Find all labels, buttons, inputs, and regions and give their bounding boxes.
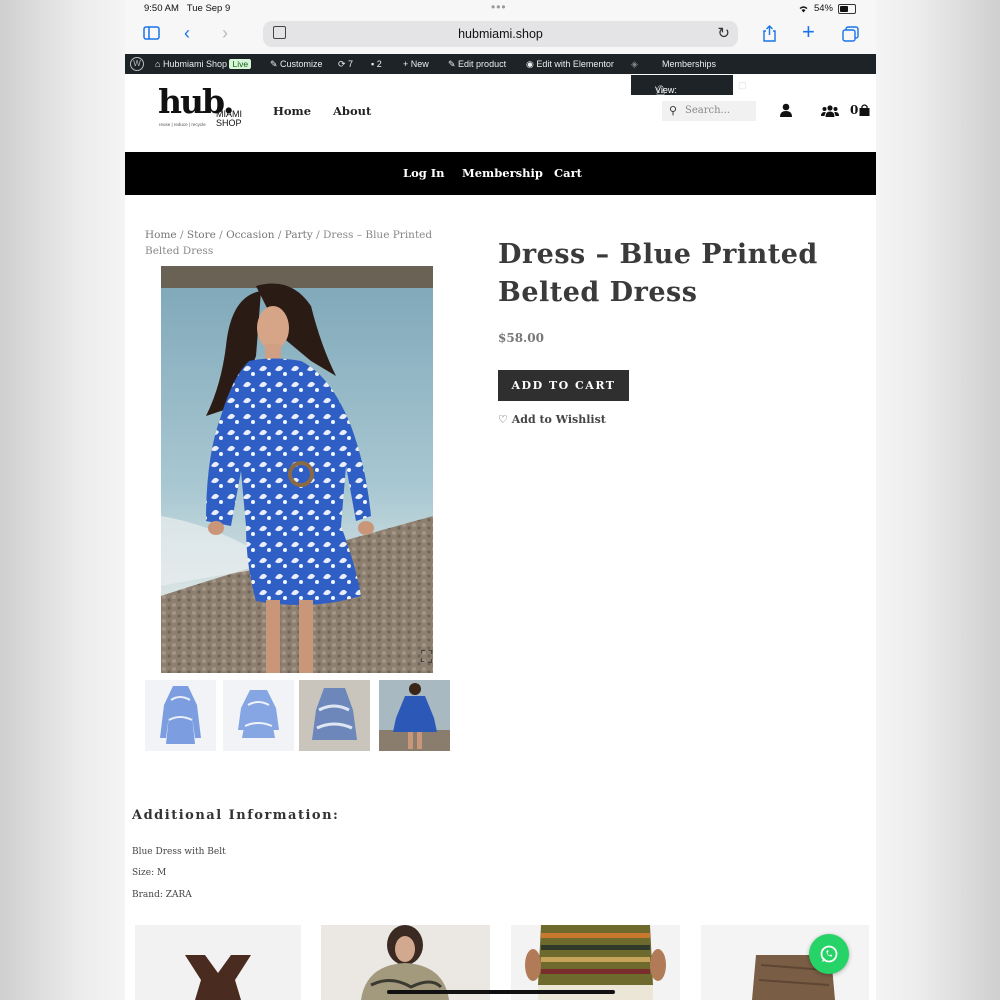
wifi-icon — [799, 6, 808, 13]
breadcrumb-store[interactable]: Store — [187, 229, 216, 241]
new-tab-icon[interactable]: + — [802, 21, 815, 43]
product-thumbnail-4[interactable] — [379, 680, 450, 751]
breadcrumb: Home / Store / Occasion / Party / Dress … — [145, 229, 433, 257]
additional-info-heading: Additional Information: — [132, 808, 340, 823]
status-time: 9:50 AM Tue Sep 9 — [144, 3, 231, 14]
nav-home[interactable]: Home — [273, 104, 311, 118]
product-thumbnail-3[interactable] — [299, 680, 370, 751]
reload-icon[interactable]: ↻ — [717, 24, 730, 42]
logo-subtitle: MIAMI SHOP — [216, 109, 242, 128]
nav-cart[interactable]: Cart — [554, 166, 582, 180]
add-to-wishlist-link[interactable]: ♡ Add to Wishlist — [498, 413, 606, 426]
live-badge: Live — [229, 59, 252, 69]
admin-new[interactable]: + New — [403, 59, 429, 69]
tabs-icon[interactable] — [842, 26, 859, 42]
faded-admin-text: ▢ — [738, 80, 747, 90]
url-text: hubmiami.shop — [458, 27, 543, 41]
related-product-2[interactable] — [321, 925, 490, 1000]
info-line-description: Blue Dress with Belt — [132, 847, 226, 857]
back-icon[interactable]: ‹ — [184, 24, 190, 42]
admin-site-link[interactable]: ⌂ Hubmiami Shop Live — [155, 59, 252, 69]
heart-icon: ♡ — [498, 413, 508, 426]
wordpress-icon[interactable]: W — [130, 57, 144, 71]
info-line-size: Size: M — [132, 868, 167, 878]
whatsapp-icon — [820, 945, 838, 963]
cart-count[interactable]: 0 — [850, 103, 858, 117]
logo-tagline: reuse | reduce | recycle — [159, 122, 206, 127]
shopping-bag-icon[interactable] — [859, 104, 870, 116]
info-line-brand: Brand: ZARA — [132, 890, 192, 900]
nav-login[interactable]: Log In — [403, 166, 445, 180]
browser-toolbar: ‹ › hubmiami.shop ↻ + — [125, 17, 876, 54]
product-title: Dress – Blue Printed Belted Dress — [498, 239, 818, 308]
status-right: 54% — [798, 3, 856, 14]
admin-memberships[interactable]: Memberships — [662, 59, 716, 69]
breadcrumb-home[interactable]: Home — [145, 229, 177, 241]
sidebar-icon[interactable] — [143, 26, 160, 40]
battery-percent: 54% — [813, 3, 833, 14]
breadcrumb-party[interactable]: Party — [285, 229, 313, 241]
admin-comments[interactable]: ▪ 2 — [371, 59, 382, 69]
search-icon: ⚲ — [669, 104, 678, 117]
status-bar: 9:50 AM Tue Sep 9 ••• 54% — [125, 0, 876, 17]
community-icon[interactable] — [821, 105, 839, 117]
breadcrumb-occasion[interactable]: Occasion — [226, 229, 274, 241]
account-icon[interactable] — [779, 103, 793, 117]
forward-icon[interactable]: › — [222, 24, 228, 42]
search-placeholder: Search... — [685, 105, 731, 116]
ipad-screen: 9:50 AM Tue Sep 9 ••• 54% ‹ › hubmiami.s… — [125, 0, 876, 1000]
nav-membership[interactable]: Membership — [462, 166, 543, 180]
product-thumbnail-1[interactable] — [145, 680, 216, 751]
nav-about[interactable]: About — [333, 104, 371, 118]
battery-icon — [838, 3, 856, 14]
home-indicator[interactable] — [387, 990, 615, 994]
whatsapp-button[interactable] — [809, 934, 849, 974]
search-box[interactable]: ⚲ Search... — [662, 101, 756, 121]
wp-admin-bar: W ⌂ Hubmiami Shop Live ✎ Customize ⟳ 7 ▪… — [125, 54, 876, 74]
multitask-dots[interactable]: ••• — [491, 0, 507, 14]
view-access-tooltip[interactable]: 👤︎ View: My Access — [631, 75, 733, 115]
related-product-1[interactable] — [135, 925, 301, 1000]
admin-edit-product[interactable]: ✎ Edit product — [448, 59, 506, 70]
address-bar[interactable]: hubmiami.shop ↻ — [263, 21, 738, 47]
admin-updates[interactable]: ⟳ 7 — [338, 59, 353, 70]
admin-customize[interactable]: ✎ Customize — [270, 59, 323, 70]
product-price: $58.00 — [498, 331, 544, 345]
expand-icon[interactable]: ⛶ — [421, 647, 432, 667]
product-main-image[interactable] — [161, 266, 433, 673]
diamond-icon[interactable]: ◈ — [631, 59, 638, 70]
admin-edit-elementor[interactable]: ◉ Edit with Elementor — [526, 59, 614, 70]
related-product-3[interactable] — [511, 925, 680, 1000]
share-icon[interactable] — [762, 25, 777, 42]
add-to-cart-button[interactable]: ADD TO CART — [498, 370, 629, 401]
product-thumbnail-2[interactable] — [223, 680, 294, 751]
